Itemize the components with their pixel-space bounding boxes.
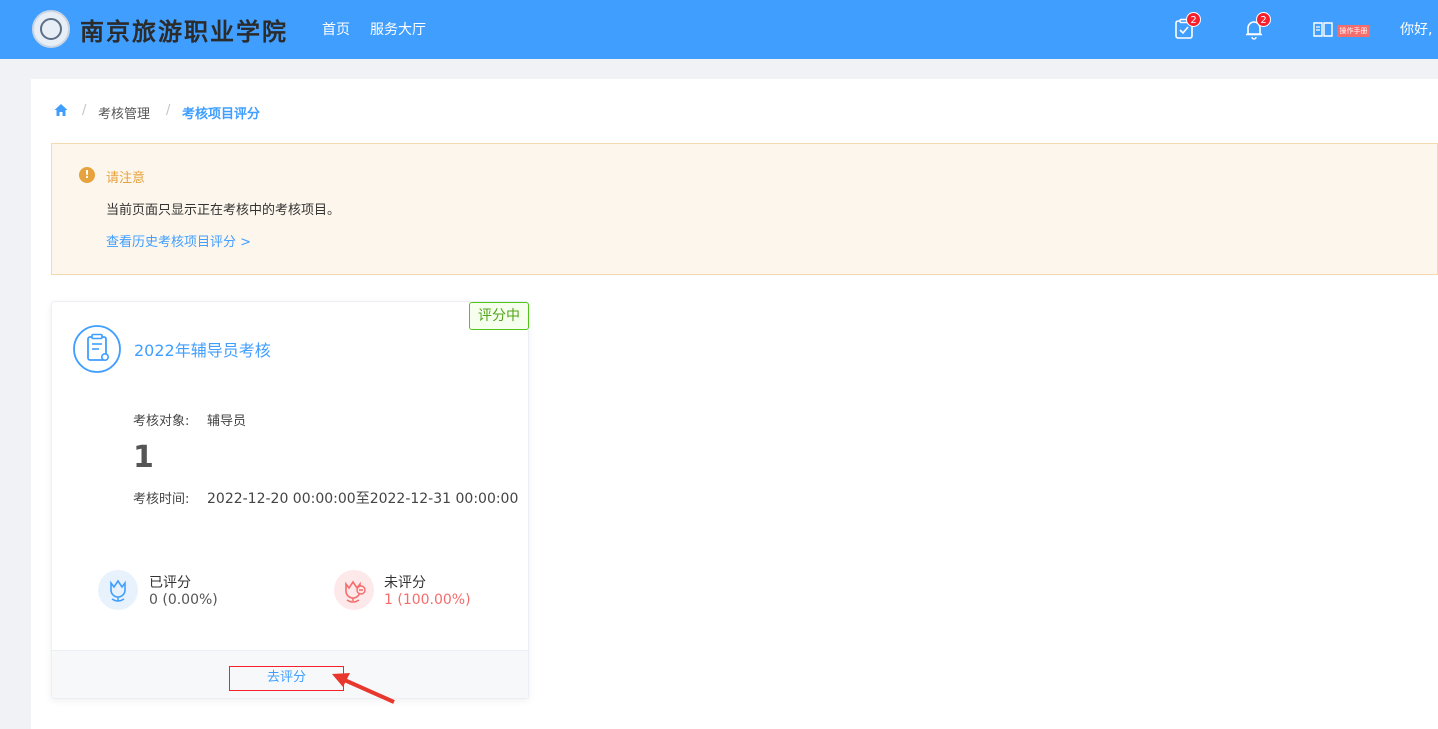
- rated-label: 已评分: [149, 575, 191, 591]
- breadcrumb-separator: /: [82, 103, 87, 118]
- school-name: 南京旅游职业学院: [80, 17, 288, 46]
- status-badge: 评分中: [469, 302, 529, 330]
- target-count: 1: [133, 440, 154, 475]
- go-score-button[interactable]: 去评分: [229, 666, 344, 691]
- breadcrumb-separator: /: [166, 103, 171, 118]
- document-award-icon: [73, 325, 121, 373]
- warning-icon: !: [79, 167, 95, 183]
- target-value: 辅导员: [207, 414, 247, 429]
- manual-tag[interactable]: 操作手册: [1337, 25, 1370, 37]
- time-label: 考核时间:: [133, 492, 190, 507]
- user-greeting[interactable]: 你好,: [1400, 19, 1432, 39]
- card-title[interactable]: 2022年辅导员考核: [134, 337, 271, 361]
- todo-badge: 2: [1186, 12, 1201, 27]
- breadcrumb-current: 考核项目评分: [182, 107, 261, 122]
- nav-service-hall[interactable]: 服务大厅: [370, 19, 426, 39]
- notify-badge: 2: [1256, 12, 1271, 27]
- nav-home[interactable]: 首页: [322, 19, 350, 39]
- rated-value: 0 (0.00%): [149, 592, 218, 608]
- flower-icon: [98, 570, 138, 610]
- target-label: 考核对象:: [133, 414, 190, 429]
- red-arrow-icon: [332, 673, 395, 704]
- breadcrumb-assessment-management[interactable]: 考核管理: [98, 103, 150, 122]
- unrated-value: 1 (100.00%): [384, 592, 471, 608]
- time-value: 2022-12-20 00:00:00至2022-12-31 00:00:00: [207, 491, 519, 507]
- history-scoring-link[interactable]: 查看历史考核项目评分 >: [106, 231, 251, 250]
- school-emblem-icon: [32, 10, 70, 48]
- book-help-icon[interactable]: [1312, 18, 1334, 40]
- flower-minus-icon: [334, 570, 374, 610]
- notice-title: 请注意: [106, 171, 146, 186]
- home-icon[interactable]: [53, 102, 69, 118]
- unrated-label: 未评分: [384, 575, 426, 591]
- notice-text: 当前页面只显示正在考核中的考核项目。: [106, 203, 341, 218]
